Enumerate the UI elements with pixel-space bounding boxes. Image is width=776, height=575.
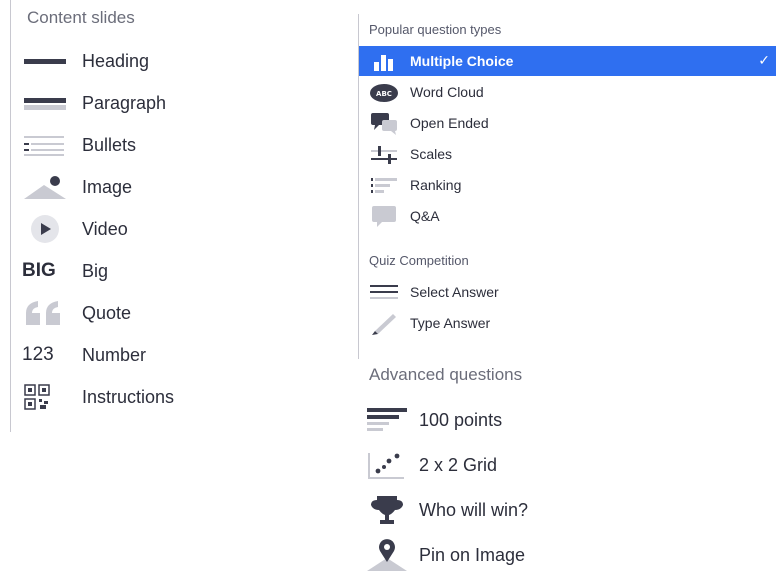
image-icon [22,172,68,202]
instructions-label: Instructions [82,386,175,407]
slide-type-instructions[interactable]: Instructions [22,382,174,412]
svg-text:ABC: ABC [376,90,392,98]
question-type-open-ended[interactable]: Open Ended [359,108,776,138]
word-cloud-icon: ABC [368,79,400,105]
popular-heading: Popular question types [369,22,502,37]
bullets-icon [22,130,68,160]
quiz-competition-heading: Quiz Competition [369,253,469,268]
pin-on-image-label: Pin on Image [419,544,526,565]
points-icon [365,400,409,440]
question-type-type-answer[interactable]: Type Answer [359,308,776,338]
number-icon: 123 [22,344,54,365]
slide-type-quote[interactable]: Quote [22,298,131,328]
type-answer-label: Type Answer [410,315,491,331]
question-type-scales[interactable]: Scales [359,139,776,169]
multiple-choice-label: Multiple Choice [410,53,514,69]
pencil-icon [368,310,400,336]
image-label: Image [82,176,133,197]
qa-bubble-icon [368,203,400,229]
checkmark-icon: ✓ [758,52,770,68]
slide-type-heading[interactable]: Heading [22,46,149,76]
ranking-icon [368,172,400,198]
left-divider [10,0,11,432]
number-label: Number [82,344,147,365]
question-type-100-points[interactable]: 100 points [365,400,502,440]
slide-type-video[interactable]: Video [22,214,128,244]
bar-chart-icon [368,48,400,74]
question-type-2x2-grid[interactable]: 2 x 2 Grid [365,445,497,485]
slide-type-big[interactable]: BIG Big [22,256,108,286]
question-type-qa[interactable]: Q&A [359,201,776,231]
word-cloud-label: Word Cloud [410,84,484,100]
heading-icon [22,46,68,76]
grid-scatter-icon [365,445,409,485]
question-type-select-answer[interactable]: Select Answer [359,277,776,307]
slide-type-bullets[interactable]: Bullets [22,130,136,160]
slide-type-image[interactable]: Image [22,172,132,202]
quote-icon [22,298,68,328]
scales-label: Scales [410,146,453,162]
open-ended-label: Open Ended [410,115,489,131]
speech-bubbles-icon [368,110,400,136]
question-type-pin-on-image[interactable]: Pin on Image [365,535,525,575]
grid-label: 2 x 2 Grid [419,454,498,475]
quote-label: Quote [82,302,132,323]
pin-icon [365,535,409,575]
select-answer-label: Select Answer [410,284,499,300]
paragraph-label: Paragraph [82,92,167,113]
big-label: Big [82,260,109,281]
big-icon: BIG [22,260,56,281]
slide-type-paragraph[interactable]: Paragraph [22,88,166,118]
heading-label: Heading [82,50,150,71]
qa-label: Q&A [410,208,440,224]
who-will-win-label: Who will win? [419,499,529,520]
points-label: 100 points [419,409,503,430]
slide-type-number[interactable]: 123 Number [22,340,146,370]
video-label: Video [82,218,128,239]
question-type-who-will-win[interactable]: Who will win? [365,490,528,530]
instructions-icon [22,382,68,412]
question-type-multiple-choice[interactable]: Multiple Choice ✓ [359,46,776,76]
question-type-ranking[interactable]: Ranking [359,170,776,200]
select-answer-icon [368,279,400,305]
content-slides-heading: Content slides [27,8,135,27]
paragraph-icon [22,88,68,118]
video-icon [22,214,68,244]
advanced-questions-heading: Advanced questions [369,365,523,384]
question-type-word-cloud[interactable]: ABC Word Cloud [359,77,776,107]
trophy-icon [365,490,409,530]
bullets-label: Bullets [82,134,137,155]
ranking-label: Ranking [410,177,462,193]
scales-icon [368,141,400,167]
